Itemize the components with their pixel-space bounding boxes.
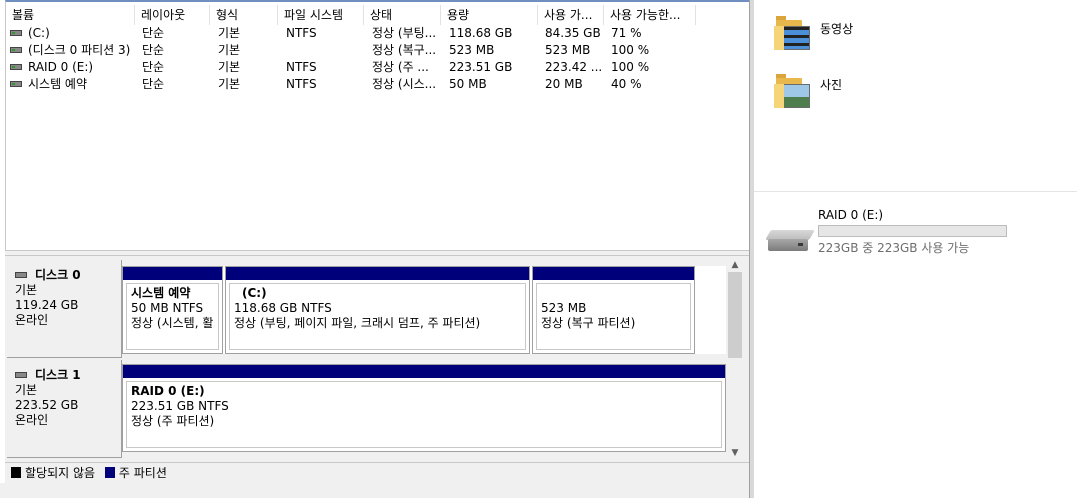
- drive-icon: [10, 63, 22, 70]
- drive-icon: [10, 29, 22, 36]
- status-strip: [0, 483, 750, 498]
- disk-1-partitions: RAID 0 (E:) 223.51 GB NTFS 정상 (주 파티션): [122, 364, 726, 452]
- column-header-filesystem[interactable]: 파일 시스템: [278, 5, 364, 25]
- column-header-free[interactable]: 사용 가...: [538, 5, 604, 25]
- folder-label-pictures[interactable]: 사진: [820, 76, 842, 93]
- scroll-thumb[interactable]: [728, 272, 742, 358]
- partition-c[interactable]: (C:) 118.68 GB NTFS 정상 (부팅, 페이지 파일, 크래시 …: [225, 266, 530, 354]
- table-row[interactable]: (C:) 단순 기본 NTFS 정상 (부팅... 118.68 GB 84.3…: [6, 25, 750, 42]
- scroll-up-icon[interactable]: ▲: [726, 258, 744, 272]
- drive-free-space: 223GB 중 223GB 사용 가능: [818, 241, 970, 255]
- table-row[interactable]: (디스크 0 파티션 3) 단순 기본 정상 (복구... 523 MB 523…: [6, 42, 750, 59]
- disk-icon: [15, 371, 27, 378]
- folder-label-videos[interactable]: 동영상: [820, 20, 853, 37]
- partition-recovery[interactable]: 523 MB 정상 (복구 파티션): [532, 266, 695, 354]
- legend: 할당되지 않음 주 파티션: [5, 462, 749, 483]
- primary-partition-bar: [533, 267, 694, 280]
- disk-1-label[interactable]: 디스크 1 기본 223.52 GB 온라인: [7, 360, 122, 458]
- table-row[interactable]: RAID 0 (E:) 단순 기본 NTFS 정상 (주 ... 223.51 …: [6, 59, 750, 76]
- explorer-pane: 동영상 사진 RAID 0 (E:) 223GB 중 223GB 사용 가능: [754, 0, 1077, 498]
- scroll-down-icon[interactable]: ▼: [726, 446, 744, 460]
- disk-management-pane: 볼륨 레이아웃 형식 파일 시스템 상태 용량 사용 가... 사용 가능한..…: [0, 0, 750, 498]
- primary-partition-bar: [123, 267, 222, 280]
- drive-name[interactable]: RAID 0 (E:): [818, 208, 883, 222]
- disk-0-partitions: 시스템 예약 50 MB NTFS 정상 (시스템, 활 (C:) 118.68…: [122, 266, 726, 354]
- disk-0-label[interactable]: 디스크 0 기본 119.24 GB 온라인: [7, 260, 122, 358]
- drive-usage-bar: [818, 225, 1007, 237]
- volume-list: 볼륨 레이아웃 형식 파일 시스템 상태 용량 사용 가... 사용 가능한..…: [5, 0, 749, 250]
- table-row[interactable]: 시스템 예약 단순 기본 NTFS 정상 (시스... 50 MB 20 MB …: [6, 76, 750, 93]
- column-header-capacity[interactable]: 용량: [441, 5, 538, 25]
- disk-map: 디스크 0 기본 119.24 GB 온라인 시스템 예약 50 MB NTFS…: [5, 256, 749, 462]
- primary-partition-bar: [226, 267, 529, 280]
- partition-system-reserved[interactable]: 시스템 예약 50 MB NTFS 정상 (시스템, 활: [122, 266, 223, 354]
- section-divider: [754, 191, 1077, 192]
- primary-partition-bar: [123, 365, 725, 378]
- column-header-percent-free[interactable]: 사용 가능한...: [604, 5, 696, 25]
- drive-icon: [10, 46, 22, 53]
- vertical-scrollbar[interactable]: ▲ ▼: [726, 256, 744, 462]
- hard-drive-icon[interactable]: [765, 230, 815, 252]
- column-header-layout[interactable]: 레이아웃: [135, 5, 210, 25]
- disk-icon: [15, 271, 27, 278]
- partition-raid0-e[interactable]: RAID 0 (E:) 223.51 GB NTFS 정상 (주 파티션): [122, 364, 726, 452]
- drive-icon: [10, 80, 22, 87]
- column-header-volume[interactable]: 볼륨: [6, 5, 135, 25]
- pictures-folder-icon[interactable]: [774, 74, 814, 110]
- column-header-status[interactable]: 상태: [364, 5, 441, 25]
- primary-swatch: [104, 467, 115, 478]
- unallocated-swatch: [11, 467, 21, 478]
- column-header-type[interactable]: 형식: [210, 5, 278, 25]
- video-folder-icon[interactable]: [774, 16, 814, 52]
